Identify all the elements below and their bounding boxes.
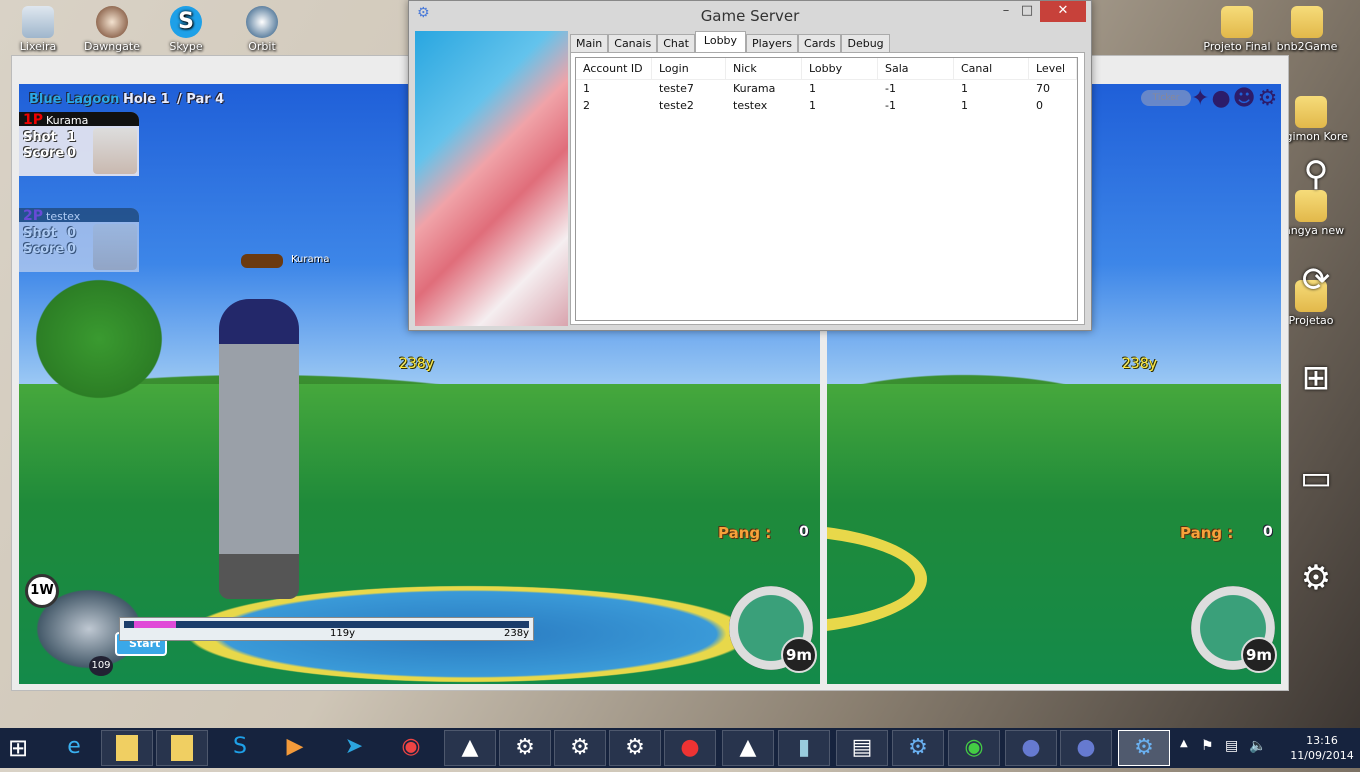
skype-icon: S bbox=[170, 6, 202, 38]
desktop-icon-projeto-final[interactable]: Projeto Final bbox=[1200, 6, 1274, 53]
tab-chat[interactable]: Chat bbox=[657, 34, 695, 53]
dawngate-icon bbox=[96, 6, 128, 38]
power-gauge: 119y 238y bbox=[119, 617, 534, 641]
taskbar-pangya-icon[interactable]: ● bbox=[1005, 730, 1057, 766]
folder-icon bbox=[1291, 6, 1323, 38]
gear-icon[interactable]: ⚙ bbox=[1258, 86, 1280, 111]
avatar bbox=[93, 224, 137, 270]
desktop-icon-skype[interactable]: S Skype bbox=[149, 6, 223, 53]
list-header: Account ID Login Nick Lobby Sala Canal Level bbox=[576, 58, 1077, 80]
maximize-button[interactable]: □ bbox=[1012, 1, 1042, 22]
devices-icon[interactable]: ▭ bbox=[1294, 456, 1338, 500]
emoticon-icon[interactable]: ☻ bbox=[1233, 86, 1258, 111]
taskbar-gear-icon[interactable]: ⚙ bbox=[892, 730, 944, 766]
lobby-pane: Account ID Login Nick Lobby Sala Canal Level 1… bbox=[570, 52, 1085, 325]
game-server-window[interactable]: ⚙ Game Server – □ ✕ Main Canais Chat Lob… bbox=[408, 0, 1092, 331]
player-card-1p: 1P Kurama Shot 1 Score 0 bbox=[19, 112, 139, 176]
table-row[interactable]: 2 teste2 testex 1 -1 1 0 bbox=[576, 97, 1077, 114]
taskbar: ⊞ e S ▶ ➤ ◉ ▲ ⚙ ⚙ ⚙ ● ▲ ▮ ▤ ⚙ ◉ ● ● ⚙ ▲ … bbox=[0, 728, 1360, 768]
recycle-bin-icon bbox=[22, 6, 54, 38]
table-row[interactable]: 1 teste7 Kurama 1 -1 1 70 bbox=[576, 80, 1077, 97]
lobby-list[interactable]: Account ID Login Nick Lobby Sala Canal Level 1… bbox=[575, 57, 1078, 321]
desktop-icon-orbit[interactable]: Orbit bbox=[225, 6, 299, 53]
internet-explorer-icon[interactable]: e bbox=[48, 730, 100, 766]
media-player-icon[interactable]: ▶ bbox=[269, 730, 321, 766]
taskbar-notepad-icon[interactable]: ▮ bbox=[778, 730, 830, 766]
taskbar-window-icon[interactable]: ▤ bbox=[836, 730, 888, 766]
desktop-icon-lixeira[interactable]: Lixeira bbox=[1, 6, 75, 53]
taskbar-gear-icon[interactable]: ⚙ bbox=[554, 730, 606, 766]
chat-bubble-icon[interactable]: ● bbox=[1211, 86, 1232, 111]
settings-icon[interactable]: ⚙ bbox=[1294, 556, 1338, 600]
taskbar-spartan-icon[interactable]: ● bbox=[664, 730, 716, 766]
taskbar-app-icon[interactable]: ◉ bbox=[948, 730, 1000, 766]
close-button[interactable]: ✕ bbox=[1040, 1, 1086, 22]
taskbar-app-icon[interactable]: ▲ bbox=[722, 730, 774, 766]
tab-canais[interactable]: Canais bbox=[608, 34, 658, 53]
taskbar-gear-icon[interactable]: ⚙ bbox=[499, 730, 551, 766]
title-bar[interactable]: ⚙ Game Server – □ ✕ bbox=[409, 1, 1091, 31]
search-icon[interactable]: ⚲ bbox=[1294, 152, 1338, 196]
avatar bbox=[93, 128, 137, 174]
sparkle-icon[interactable]: ✦ bbox=[1191, 86, 1211, 111]
volume-icon[interactable]: 🔈 bbox=[1249, 738, 1266, 754]
start-icon[interactable]: ⊞ bbox=[1294, 356, 1338, 400]
taskbar-app-icon[interactable]: ▲ bbox=[444, 730, 496, 766]
orbit-icon bbox=[246, 6, 278, 38]
power-gauge-fill bbox=[134, 621, 176, 628]
tab-lobby[interactable]: Lobby bbox=[694, 31, 747, 53]
chrome-icon[interactable]: ◉ bbox=[385, 730, 437, 766]
tab-players[interactable]: Players bbox=[746, 34, 799, 53]
taskbar-folder-icon[interactable] bbox=[156, 730, 208, 766]
windows-start-button[interactable]: ⊞ bbox=[8, 734, 40, 762]
taskbar-pangya-icon[interactable]: ● bbox=[1060, 730, 1112, 766]
golfer-character bbox=[219, 299, 299, 599]
taskbar-folder-icon[interactable] bbox=[101, 730, 153, 766]
skype-icon[interactable]: S bbox=[214, 730, 266, 766]
anime-girl-image bbox=[415, 31, 568, 326]
tab-bar: Main Canais Chat Lobby Players Cards Deb… bbox=[570, 31, 890, 53]
tab-main[interactable]: Main bbox=[570, 34, 609, 53]
taskbar-gear-icon[interactable]: ⚙ bbox=[609, 730, 661, 766]
player-emblem bbox=[241, 254, 283, 268]
club-badge[interactable]: 1W bbox=[25, 574, 59, 608]
folder-icon bbox=[1295, 96, 1327, 128]
network-icon[interactable]: ▤ bbox=[1225, 738, 1238, 754]
tab-debug[interactable]: Debug bbox=[841, 34, 890, 53]
folder-icon bbox=[1221, 6, 1253, 38]
show-hidden-icons-button[interactable]: ▲ bbox=[1180, 738, 1188, 749]
player-card-2p: 2P testex Shot 0 Score 0 bbox=[19, 208, 139, 272]
desktop-icon-dawngate[interactable]: Dawngate bbox=[75, 6, 149, 53]
desktop-icon-bnb2game[interactable]: bnb2Game bbox=[1270, 6, 1344, 53]
telegram-icon[interactable]: ➤ bbox=[328, 730, 380, 766]
taskbar-game-server-icon[interactable]: ⚙ bbox=[1118, 730, 1170, 766]
action-center-flag-icon[interactable]: ⚑ bbox=[1201, 738, 1214, 754]
clock[interactable]: 13:16 11/09/2014 bbox=[1290, 733, 1354, 763]
ticker-button[interactable]: Ticker bbox=[1141, 90, 1191, 106]
tab-cards[interactable]: Cards bbox=[798, 34, 842, 53]
share-icon[interactable]: ⟳ bbox=[1294, 258, 1338, 302]
